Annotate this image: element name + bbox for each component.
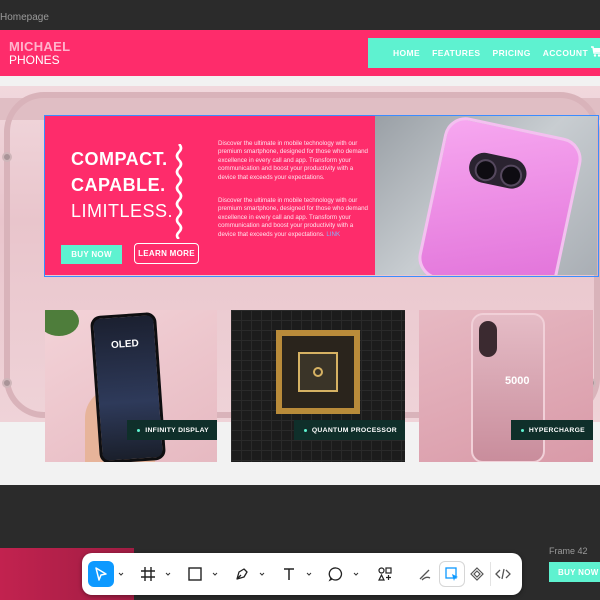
nav-features[interactable]: FEATURES [432, 48, 480, 58]
logo-bottom-text[interactable]: PHONES [9, 53, 60, 67]
nav-account[interactable]: ACCOUNT [543, 48, 588, 58]
site-navbar: MICHAEL PHONES HOME FEATURES PRICING ACC… [0, 30, 600, 76]
chevron-down-icon[interactable] [353, 571, 359, 577]
hero-paragraph-1: Discover the ultimate in mobile technolo… [218, 140, 368, 181]
battery-capacity-text: 5000 [505, 375, 530, 387]
camera-module-icon [479, 321, 497, 357]
hero-headline-1: COMPACT. [71, 149, 168, 169]
screw-icon [2, 378, 12, 388]
nav-pricing[interactable]: PRICING [493, 48, 531, 58]
plant-graphic [45, 310, 79, 336]
dev-mode[interactable] [490, 561, 516, 587]
feature-label: INFINITY DISPLAY [145, 426, 209, 434]
squiggle-divider-icon [175, 144, 183, 239]
frame-42-buy-button[interactable]: BUY NOW [549, 562, 600, 582]
chevron-down-icon[interactable] [165, 571, 171, 577]
logo-top-text[interactable]: MICHAEL [9, 39, 70, 54]
feature-badge-charge: HYPERCHARGE [510, 420, 593, 440]
chevron-down-icon[interactable] [118, 571, 124, 577]
cursor-icon [95, 567, 107, 581]
buy-now-button[interactable]: BUY NOW [61, 245, 122, 264]
feature-card-charge[interactable]: 5000 HYPERCHARGE [419, 310, 593, 462]
comment-tool[interactable] [323, 561, 349, 587]
design-mode[interactable] [439, 561, 465, 587]
processor-chip-graphic [276, 330, 360, 414]
badge-dot-icon [520, 428, 524, 432]
nav-links: HOME FEATURES PRICING ACCOUNT [368, 38, 600, 68]
hero-inline-link[interactable]: LINK [326, 231, 340, 238]
badge-dot-icon [137, 428, 141, 432]
camera-module-icon [466, 150, 530, 192]
draw-mode[interactable] [412, 561, 438, 587]
shape-tool[interactable] [182, 561, 208, 587]
learn-more-button[interactable]: LEARN MORE [134, 243, 199, 264]
nav-home[interactable]: HOME [393, 48, 420, 58]
chip-core-graphic [298, 352, 338, 392]
rectangle-icon [188, 567, 202, 581]
comment-bubble-icon [328, 567, 343, 582]
feature-card-display[interactable]: OLED INFINITY DISPLAY [45, 310, 217, 462]
actions-tool[interactable] [372, 561, 398, 587]
feature-badge-display: INFINITY DISPLAY [127, 420, 217, 440]
cart-icon[interactable] [591, 44, 600, 58]
hero-headline-2: CAPABLE. [71, 175, 166, 195]
move-tool[interactable] [88, 561, 114, 587]
pen-tool[interactable] [229, 561, 255, 587]
prototype-diamond-icon [470, 567, 484, 581]
pen-icon [236, 568, 248, 580]
badge-dot-icon [303, 428, 307, 432]
frame-label[interactable]: Homepage [0, 12, 49, 23]
code-brackets-icon [495, 568, 511, 580]
feature-label: QUANTUM PROCESSOR [311, 426, 397, 434]
design-canvas: MICHAEL PHONES HOME FEATURES PRICING ACC… [0, 30, 600, 485]
frame-tool[interactable] [135, 561, 161, 587]
chevron-down-icon[interactable] [259, 571, 265, 577]
hero-section-selected[interactable]: COMPACT. CAPABLE. LIMITLESS. Discover th… [44, 115, 599, 277]
prototype-mode[interactable] [464, 561, 490, 587]
design-cursor-icon [445, 567, 458, 581]
text-icon [284, 568, 294, 580]
bottom-toolbar [82, 553, 522, 595]
hero-paragraph-2-text: Discover the ultimate in mobile technolo… [218, 197, 368, 238]
frame-42-label[interactable]: Frame 42 [549, 546, 588, 556]
screw-icon [2, 152, 12, 162]
chip-logo-icon [313, 367, 323, 377]
text-tool[interactable] [276, 561, 302, 587]
hero-text-panel: COMPACT. CAPABLE. LIMITLESS. Discover th… [45, 116, 375, 275]
pink-phone-graphic [414, 116, 586, 275]
hero-paragraph-2: Discover the ultimate in mobile technolo… [218, 197, 368, 239]
hero-phone-image [375, 116, 597, 275]
feature-badge-processor: QUANTUM PROCESSOR [293, 420, 405, 440]
actions-grid-icon [378, 567, 392, 581]
chevron-down-icon[interactable] [212, 571, 218, 577]
hero-headline-3: LIMITLESS. [71, 201, 174, 221]
chevron-down-icon[interactable] [306, 571, 312, 577]
feature-card-processor[interactable]: QUANTUM PROCESSOR [231, 310, 405, 462]
frame-hash-icon [141, 567, 155, 581]
feature-label: HYPERCHARGE [528, 426, 585, 434]
oled-screen-text: OLED [110, 338, 140, 352]
pencil-squiggle-icon [419, 569, 431, 581]
